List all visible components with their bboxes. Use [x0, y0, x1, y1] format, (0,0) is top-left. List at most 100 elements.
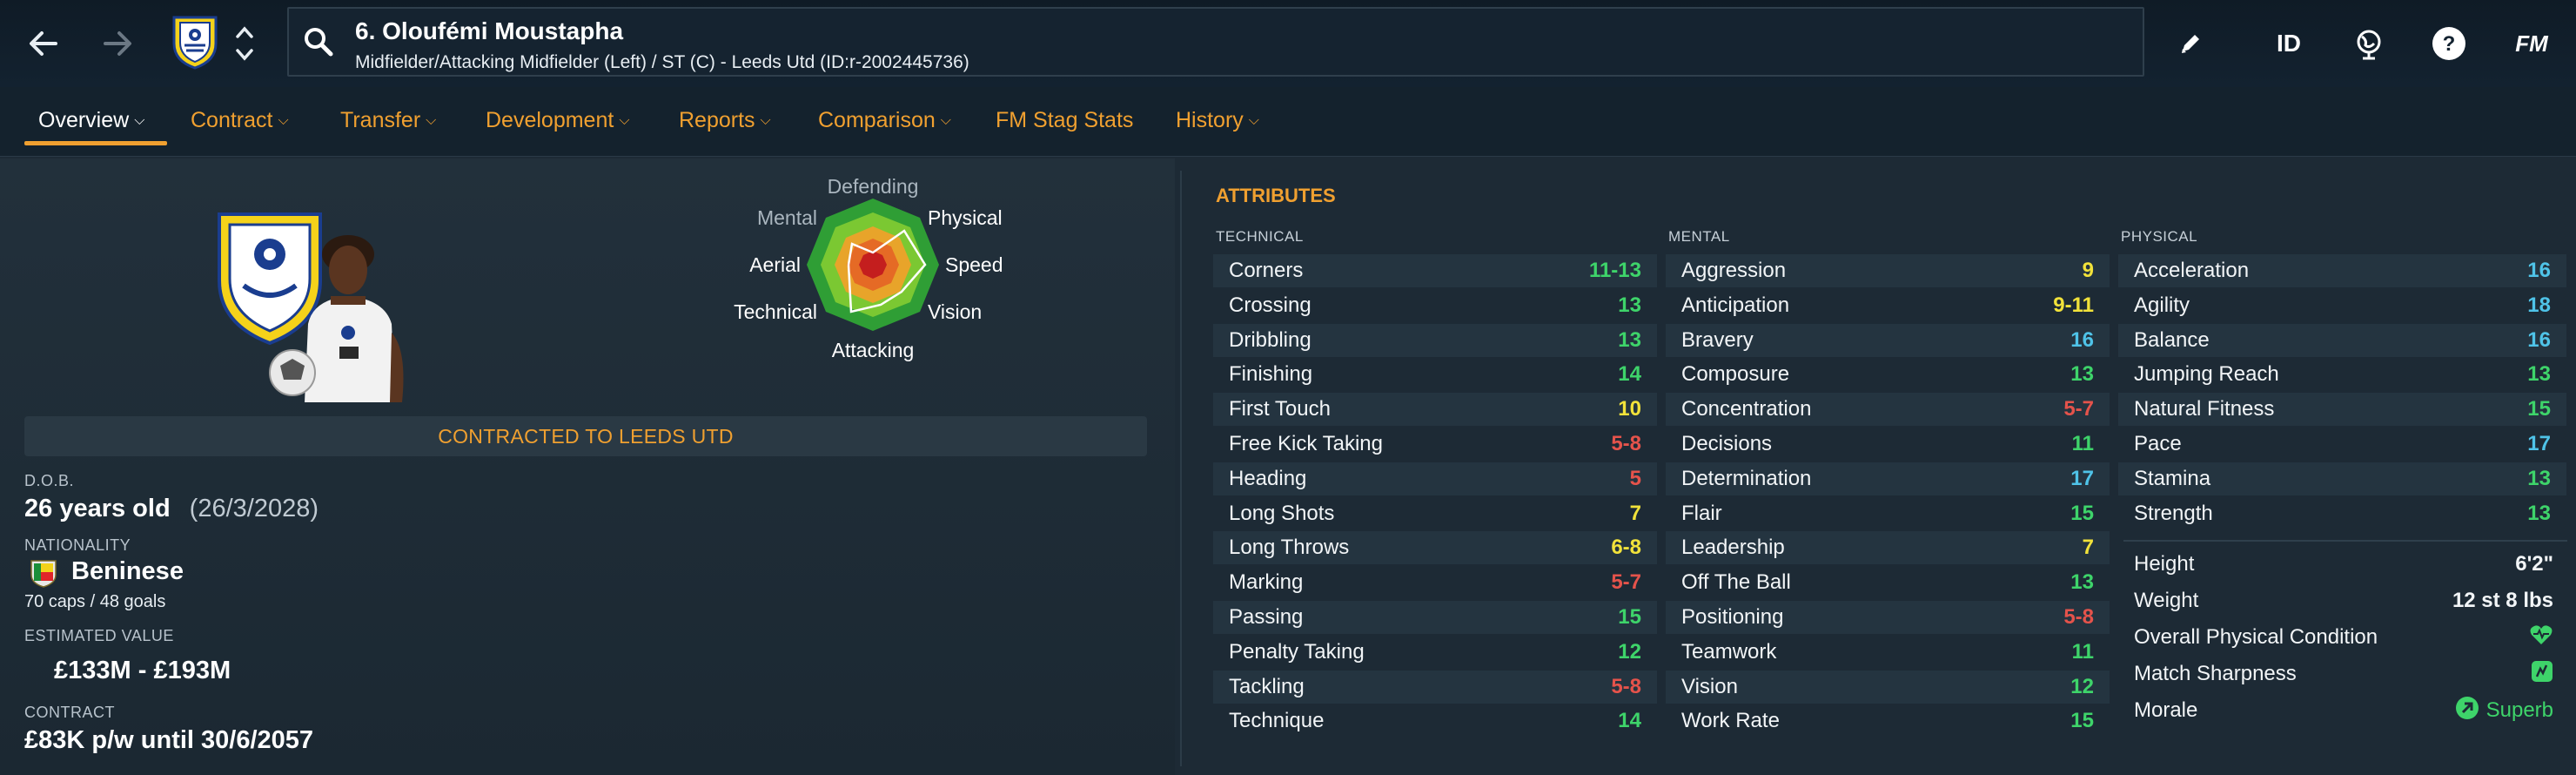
attribute-value: 12	[2070, 674, 2094, 698]
attribute-row-mental[interactable]: Decisions 11	[1666, 428, 2110, 461]
radar-label-aerial: Aerial	[749, 253, 801, 276]
attribute-row-technical[interactable]: Heading 5	[1213, 462, 1657, 495]
attribute-row-technical[interactable]: Technique 14	[1213, 704, 1657, 738]
club-badge-icon[interactable]	[171, 14, 219, 70]
attribute-row-physical[interactable]: Balance 16	[2118, 323, 2566, 357]
tab-history[interactable]: History ⌵	[1176, 108, 1259, 133]
attribute-row-technical[interactable]: Free Kick Taking 5-8	[1213, 428, 1657, 461]
panel-divider	[1180, 171, 1182, 766]
attribute-row-technical[interactable]: Passing 15	[1213, 601, 1657, 634]
morale-text: Superb	[2485, 698, 2553, 722]
technical-header: TECHNICAL	[1216, 228, 1304, 245]
benin-flag-icon[interactable]	[28, 557, 59, 589]
attribute-row-technical[interactable]: Dribbling 13	[1213, 323, 1657, 357]
heart-icon	[2529, 623, 2553, 652]
estimated-value-label: ESTIMATED VALUE	[24, 627, 174, 644]
nationality-value: Beninese	[71, 557, 184, 585]
tab-contract[interactable]: Contract ⌵	[191, 108, 289, 133]
attribute-row-physical[interactable]: Jumping Reach 13	[2118, 358, 2566, 391]
attribute-value: 16	[2527, 259, 2551, 282]
attribute-value: 15	[2070, 501, 2094, 525]
attribute-row-technical[interactable]: Marking 5-7	[1213, 566, 1657, 599]
attribute-name: Flair	[1681, 501, 1722, 525]
attribute-name: Dribbling	[1229, 327, 1311, 352]
player-switch-chevrons[interactable]	[231, 19, 258, 68]
dob-value: 26 years old (26/3/2028)	[24, 495, 319, 523]
id-button[interactable]: ID	[2263, 19, 2315, 68]
attribute-row-mental[interactable]: Off The Ball 13	[1666, 566, 2110, 599]
attribute-value: 15	[2527, 397, 2551, 421]
help-question-mark: ?	[2443, 32, 2456, 56]
tab-label: History	[1176, 108, 1244, 132]
physical-condition-row[interactable]: Overall Physical Condition	[2118, 621, 2569, 654]
attribute-row-technical[interactable]: First Touch 10	[1213, 393, 1657, 427]
attribute-value: 13	[2527, 501, 2551, 525]
tab-transfer[interactable]: Transfer ⌵	[340, 108, 436, 133]
help-icon[interactable]: ?	[2425, 19, 2473, 68]
tab-reports[interactable]: Reports ⌵	[679, 108, 771, 133]
attribute-row-technical[interactable]: Finishing 14	[1213, 358, 1657, 391]
attribute-row-technical[interactable]: Penalty Taking 12	[1213, 636, 1657, 669]
forward-arrow-icon[interactable]	[91, 17, 144, 70]
attribute-name: Vision	[1681, 674, 1738, 698]
attribute-value: 9-11	[2053, 293, 2094, 317]
morale-label: Morale	[2134, 698, 2198, 722]
player-position-subtitle: Midfielder/Attacking Midfielder (Left) /…	[355, 52, 969, 72]
attribute-name: Long Throws	[1229, 536, 1350, 560]
attribute-row-mental[interactable]: Positioning 5-8	[1666, 601, 2110, 634]
attribute-row-mental[interactable]: Aggression 9	[1666, 254, 2110, 287]
chevron-down-icon: ⌵	[1248, 113, 1259, 129]
edit-pencil-icon[interactable]	[2169, 19, 2212, 68]
attribute-value: 14	[1618, 362, 1641, 387]
attribute-row-physical[interactable]: Natural Fitness 15	[2118, 393, 2566, 427]
attribute-row-physical[interactable]: Pace 17	[2118, 428, 2566, 461]
attribute-row-mental[interactable]: Flair 15	[1666, 497, 2110, 530]
attribute-name: Work Rate	[1681, 709, 1780, 733]
age-text: 26 years old	[24, 495, 171, 522]
attribute-name: Anticipation	[1681, 293, 1790, 317]
attribute-value: 5	[1629, 466, 1641, 490]
attribute-row-mental[interactable]: Work Rate 15	[1666, 704, 2110, 738]
attribute-row-technical[interactable]: Corners 11-13	[1213, 254, 1657, 287]
attribute-row-technical[interactable]: Long Shots 7	[1213, 497, 1657, 530]
attribute-value: 11-13	[1588, 259, 1641, 282]
contract-status-banner: CONTRACTED TO LEEDS UTD	[24, 416, 1147, 456]
morale-row[interactable]: Morale Superb	[2118, 694, 2569, 727]
attribute-value: 13	[2527, 466, 2551, 490]
attribute-value: 5-8	[2063, 605, 2094, 629]
attribute-value: 15	[1618, 605, 1641, 629]
attribute-row-mental[interactable]: Bravery 16	[1666, 323, 2110, 357]
fm-logo-button[interactable]: FM	[2501, 19, 2562, 68]
attribute-row-physical[interactable]: Strength 13	[2118, 497, 2566, 530]
attribute-row-mental[interactable]: Leadership 7	[1666, 531, 2110, 565]
attribute-row-mental[interactable]: Composure 13	[1666, 358, 2110, 391]
height-value: 6'2"	[2515, 552, 2553, 576]
attribute-row-mental[interactable]: Teamwork 11	[1666, 636, 2110, 669]
attribute-name: Long Shots	[1229, 501, 1335, 525]
attribute-row-mental[interactable]: Anticipation 9-11	[1666, 289, 2110, 322]
tab-fm-stag-stats[interactable]: FM Stag Stats	[996, 108, 1133, 133]
globe-icon[interactable]	[2345, 19, 2393, 68]
attribute-row-technical[interactable]: Crossing 13	[1213, 289, 1657, 322]
tab-comparison[interactable]: Comparison ⌵	[818, 108, 951, 133]
match-sharpness-row[interactable]: Match Sharpness	[2118, 657, 2569, 691]
attribute-name: Composure	[1681, 362, 1790, 387]
player-search-box[interactable]: 6. Oloufémi Moustapha Midfielder/Attacki…	[287, 7, 2144, 77]
attribute-row-physical[interactable]: Stamina 13	[2118, 462, 2566, 495]
attribute-row-technical[interactable]: Long Throws 6-8	[1213, 531, 1657, 565]
estimated-value: £133M - £193M	[54, 657, 231, 684]
back-arrow-icon[interactable]	[17, 17, 70, 70]
attribute-row-technical[interactable]: Tackling 5-8	[1213, 670, 1657, 704]
attribute-row-physical[interactable]: Acceleration 16	[2118, 254, 2566, 287]
tab-label: Reports	[679, 108, 755, 132]
attribute-value: 5-8	[1611, 432, 1641, 455]
attribute-row-physical[interactable]: Agility 18	[2118, 289, 2566, 322]
tab-development[interactable]: Development ⌵	[486, 108, 629, 133]
attribute-row-mental[interactable]: Vision 12	[1666, 670, 2110, 704]
attribute-row-mental[interactable]: Concentration 5-7	[1666, 393, 2110, 427]
radar-label-mental: Mental	[757, 206, 817, 229]
tab-overview[interactable]: Overview ⌵	[38, 108, 144, 133]
attribute-name: Stamina	[2134, 466, 2211, 490]
search-icon[interactable]	[301, 24, 336, 59]
attribute-row-mental[interactable]: Determination 17	[1666, 462, 2110, 495]
